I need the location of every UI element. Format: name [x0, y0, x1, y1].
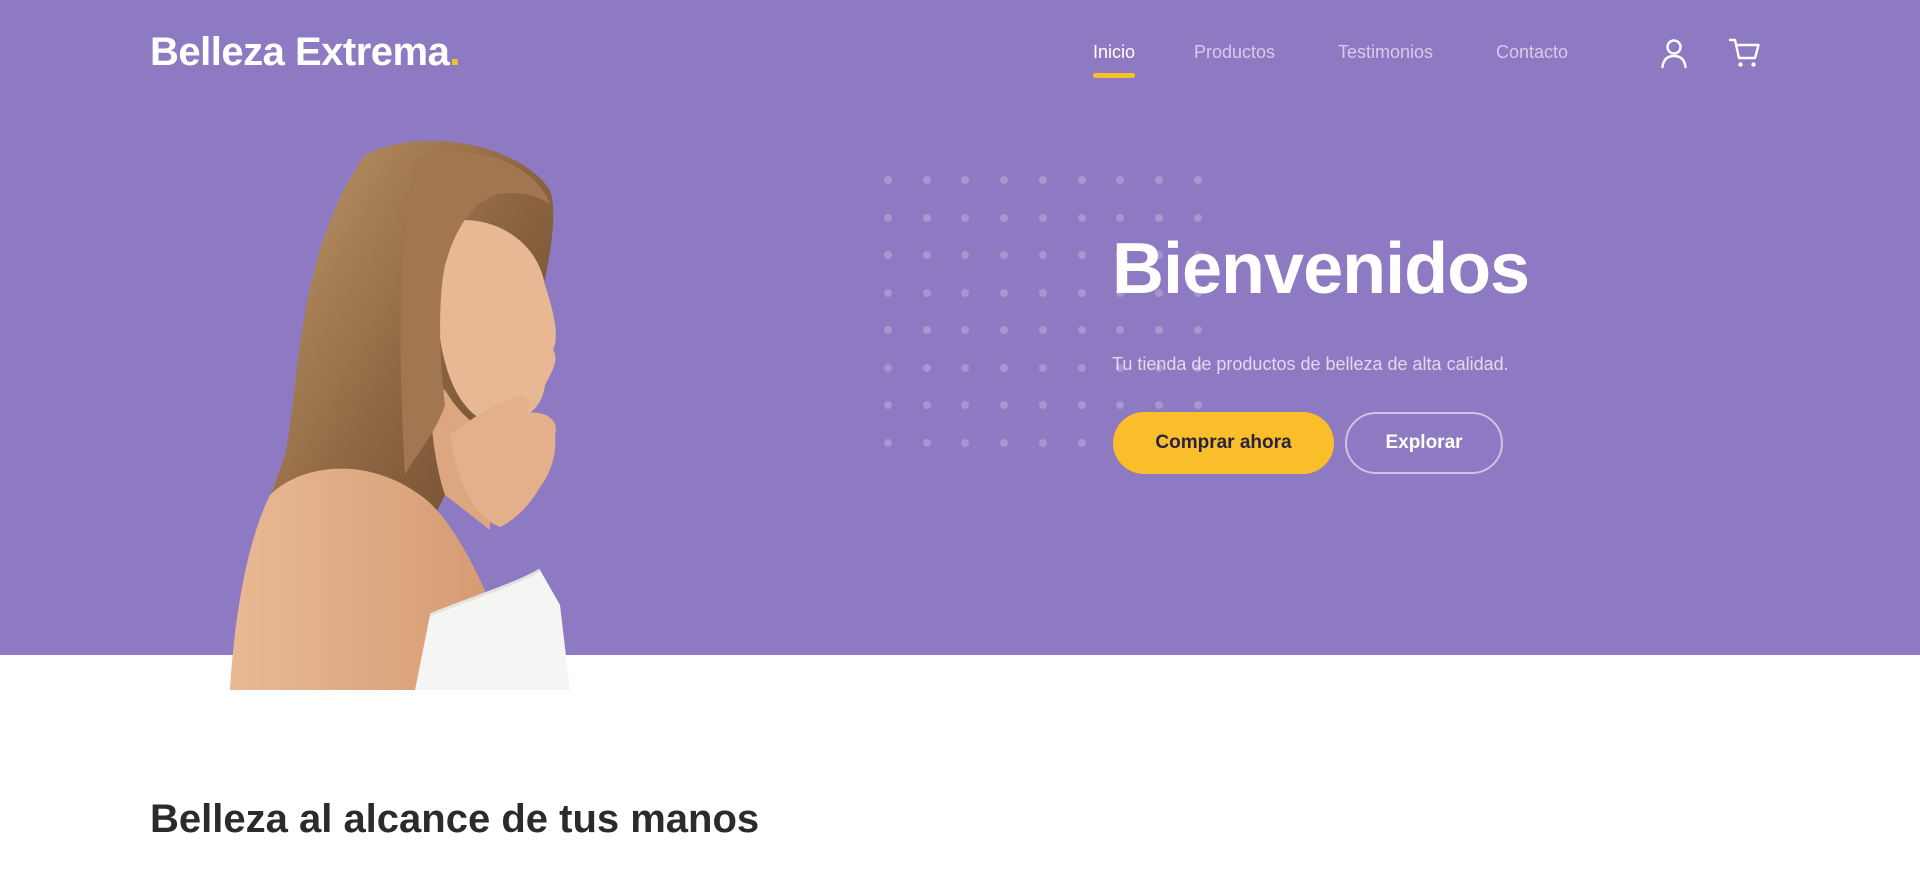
- decorative-dot: [922, 213, 931, 222]
- decorative-dot: [1000, 401, 1009, 409]
- decorative-dot: [884, 363, 892, 372]
- decorative-dot: [961, 363, 970, 372]
- decorative-dot: [1154, 401, 1163, 409]
- decorative-dot: [1038, 176, 1047, 184]
- decorative-dot: [1193, 401, 1202, 409]
- decorative-dot: [884, 251, 892, 259]
- decorative-dot: [961, 288, 970, 297]
- decorative-dot: [1000, 213, 1009, 222]
- decorative-dot: [961, 213, 970, 222]
- decorative-dot: [922, 401, 931, 409]
- decorative-dot: [1116, 401, 1125, 409]
- cart-icon: [1728, 38, 1760, 67]
- decorative-dot: [884, 401, 892, 409]
- decorative-dot: [1038, 363, 1047, 372]
- decorative-dot: [1038, 251, 1047, 259]
- decorative-dot: [961, 401, 970, 409]
- decorative-dot: [884, 438, 892, 447]
- decorative-dot: [922, 438, 931, 447]
- decorative-dot: [1077, 176, 1086, 184]
- nav-item-label[interactable]: Productos: [1194, 42, 1275, 62]
- main-nav: Inicio Productos Testimonios Contacto: [0, 40, 1920, 80]
- cart-button[interactable]: [1728, 36, 1762, 70]
- decorative-dot: [1116, 326, 1125, 334]
- decorative-dot: [1077, 213, 1086, 222]
- model-photo: [215, 135, 615, 690]
- nav-item-contacto[interactable]: Contacto: [1496, 40, 1568, 64]
- decorative-dot: [1193, 213, 1202, 222]
- hero-subtitle: Tu tienda de productos de belleza de alt…: [1112, 354, 1509, 374]
- hero-section: Belleza Extrema. Inicio Productos Testim…: [0, 0, 1920, 690]
- hero-title: Bienvenidos: [1112, 229, 1530, 309]
- decorative-dot: [1000, 326, 1009, 334]
- decorative-dot: [961, 438, 970, 447]
- decorative-dot: [1000, 251, 1009, 259]
- account-button[interactable]: [1657, 36, 1691, 70]
- decorative-dot: [1193, 326, 1202, 334]
- decorative-dot: [884, 326, 892, 334]
- decorative-dot: [1038, 401, 1047, 409]
- decorative-dot: [922, 288, 931, 297]
- decorative-dot: [1077, 251, 1086, 259]
- decorative-dot: [1077, 401, 1086, 409]
- nav-item-productos[interactable]: Productos: [1194, 40, 1275, 64]
- decorative-dot: [1038, 288, 1047, 297]
- nav-item-testimonios[interactable]: Testimonios: [1338, 40, 1433, 64]
- decorative-dot: [1000, 288, 1009, 297]
- decorative-dot: [884, 288, 892, 297]
- decorative-dot: [884, 176, 892, 184]
- explore-button[interactable]: Explorar: [1345, 412, 1503, 474]
- decorative-dot: [922, 251, 931, 259]
- user-icon: [1661, 39, 1687, 69]
- nav-active-indicator: [1093, 73, 1136, 78]
- nav-item-label[interactable]: Inicio: [1093, 42, 1135, 62]
- decorative-dot: [1116, 176, 1125, 184]
- decorative-dot: [1116, 213, 1125, 222]
- decorative-dot: [1000, 363, 1009, 372]
- buy-now-button[interactable]: Comprar ahora: [1113, 412, 1334, 474]
- decorative-dot: [961, 251, 970, 259]
- decorative-dot: [922, 326, 931, 334]
- decorative-dot: [1077, 363, 1086, 372]
- nav-item-label[interactable]: Testimonios: [1338, 42, 1433, 62]
- decorative-dot: [961, 176, 970, 184]
- decorative-dot: [1000, 438, 1009, 447]
- decorative-dot: [961, 326, 970, 334]
- decorative-dot: [1077, 438, 1086, 447]
- decorative-dot: [884, 213, 892, 222]
- nav-item-inicio[interactable]: Inicio: [1093, 40, 1136, 78]
- decorative-dot: [1038, 438, 1047, 447]
- decorative-dot: [1154, 176, 1163, 184]
- decorative-dot: [1154, 326, 1163, 334]
- decorative-dot: [1193, 176, 1202, 184]
- decorative-dot: [922, 176, 931, 184]
- decorative-dot: [922, 363, 931, 372]
- section-title: Belleza al alcance de tus manos: [150, 797, 760, 841]
- decorative-dot: [1077, 288, 1086, 297]
- nav-item-label[interactable]: Contacto: [1496, 42, 1568, 62]
- decorative-dot: [1154, 213, 1163, 222]
- decorative-dot: [1038, 326, 1047, 334]
- decorative-dot: [1077, 326, 1086, 334]
- decorative-dot: [1038, 213, 1047, 222]
- decorative-dot: [1000, 176, 1009, 184]
